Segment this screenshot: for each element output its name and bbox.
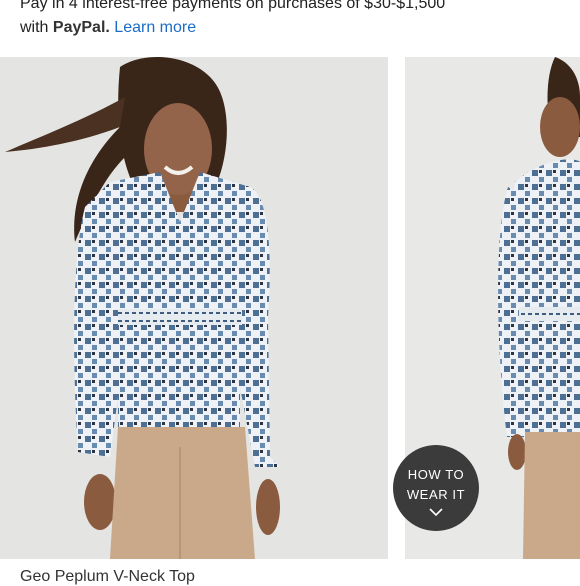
how-to-wear-line1: HOW TO (407, 467, 465, 482)
chevron-down-icon (429, 508, 443, 517)
how-to-wear-it-button[interactable]: HOW TO WEAR IT (393, 445, 479, 531)
paypal-banner: Pay in 4 interest-free payments on purch… (20, 0, 445, 40)
how-to-wear-line2: WEAR IT (406, 487, 466, 502)
product-image-front[interactable] (0, 57, 388, 559)
product-title-partial: Geo Peplum V-Neck Top (20, 568, 195, 585)
paypal-logo: PayPal. (52, 19, 110, 36)
paypal-promo-text: Pay in 4 interest-free payments on purch… (20, 0, 446, 12)
product-image-gallery[interactable] (0, 57, 580, 559)
learn-more-link[interactable]: Learn more (114, 19, 196, 36)
paypal-with-text: with (20, 19, 49, 36)
